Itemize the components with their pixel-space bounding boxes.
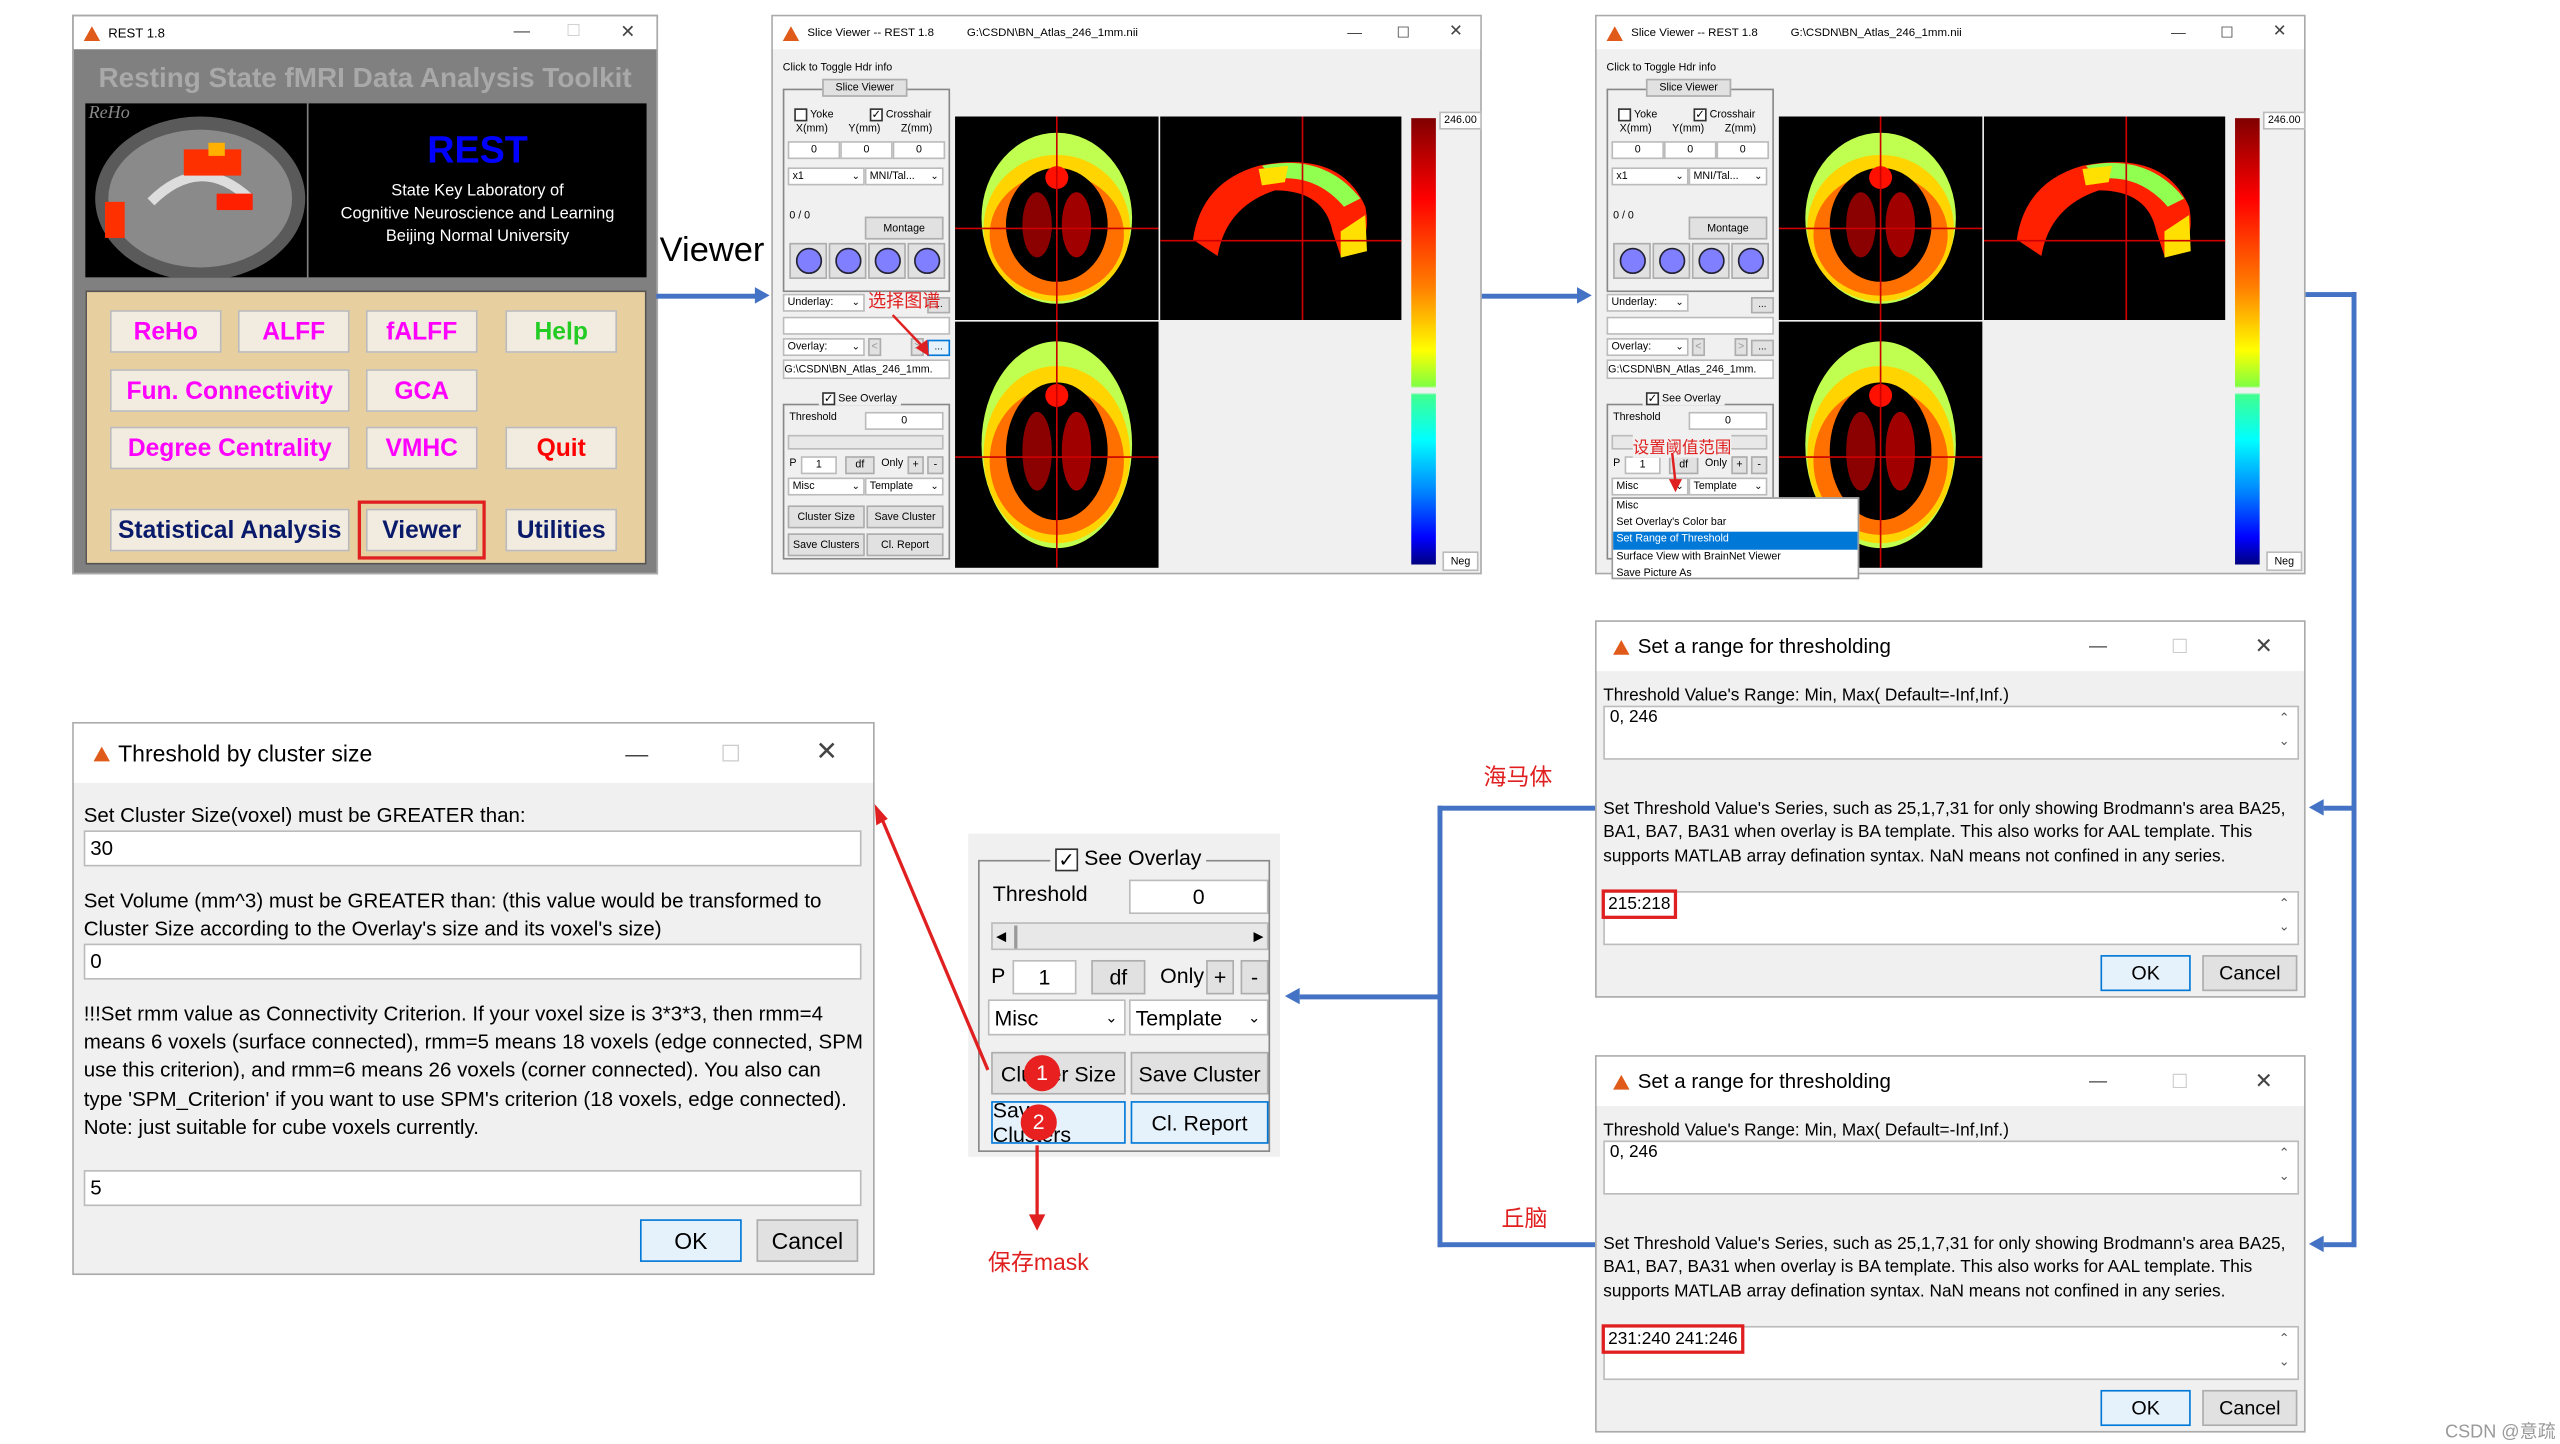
red-arrows — [874, 804, 1046, 1231]
tutorial-canvas: REST 1.8 — ☐ ✕ Resting State fMRI Data A… — [0, 0, 2560, 1443]
save-mask-annotation: 保存mask — [987, 1248, 1089, 1276]
watermark: CSDN @意疏 — [2445, 1422, 2556, 1443]
arrow-to-cluster-dialog — [879, 816, 990, 1071]
arrow-head-icon — [1028, 1214, 1046, 1231]
arrow-head-icon — [874, 804, 888, 826]
